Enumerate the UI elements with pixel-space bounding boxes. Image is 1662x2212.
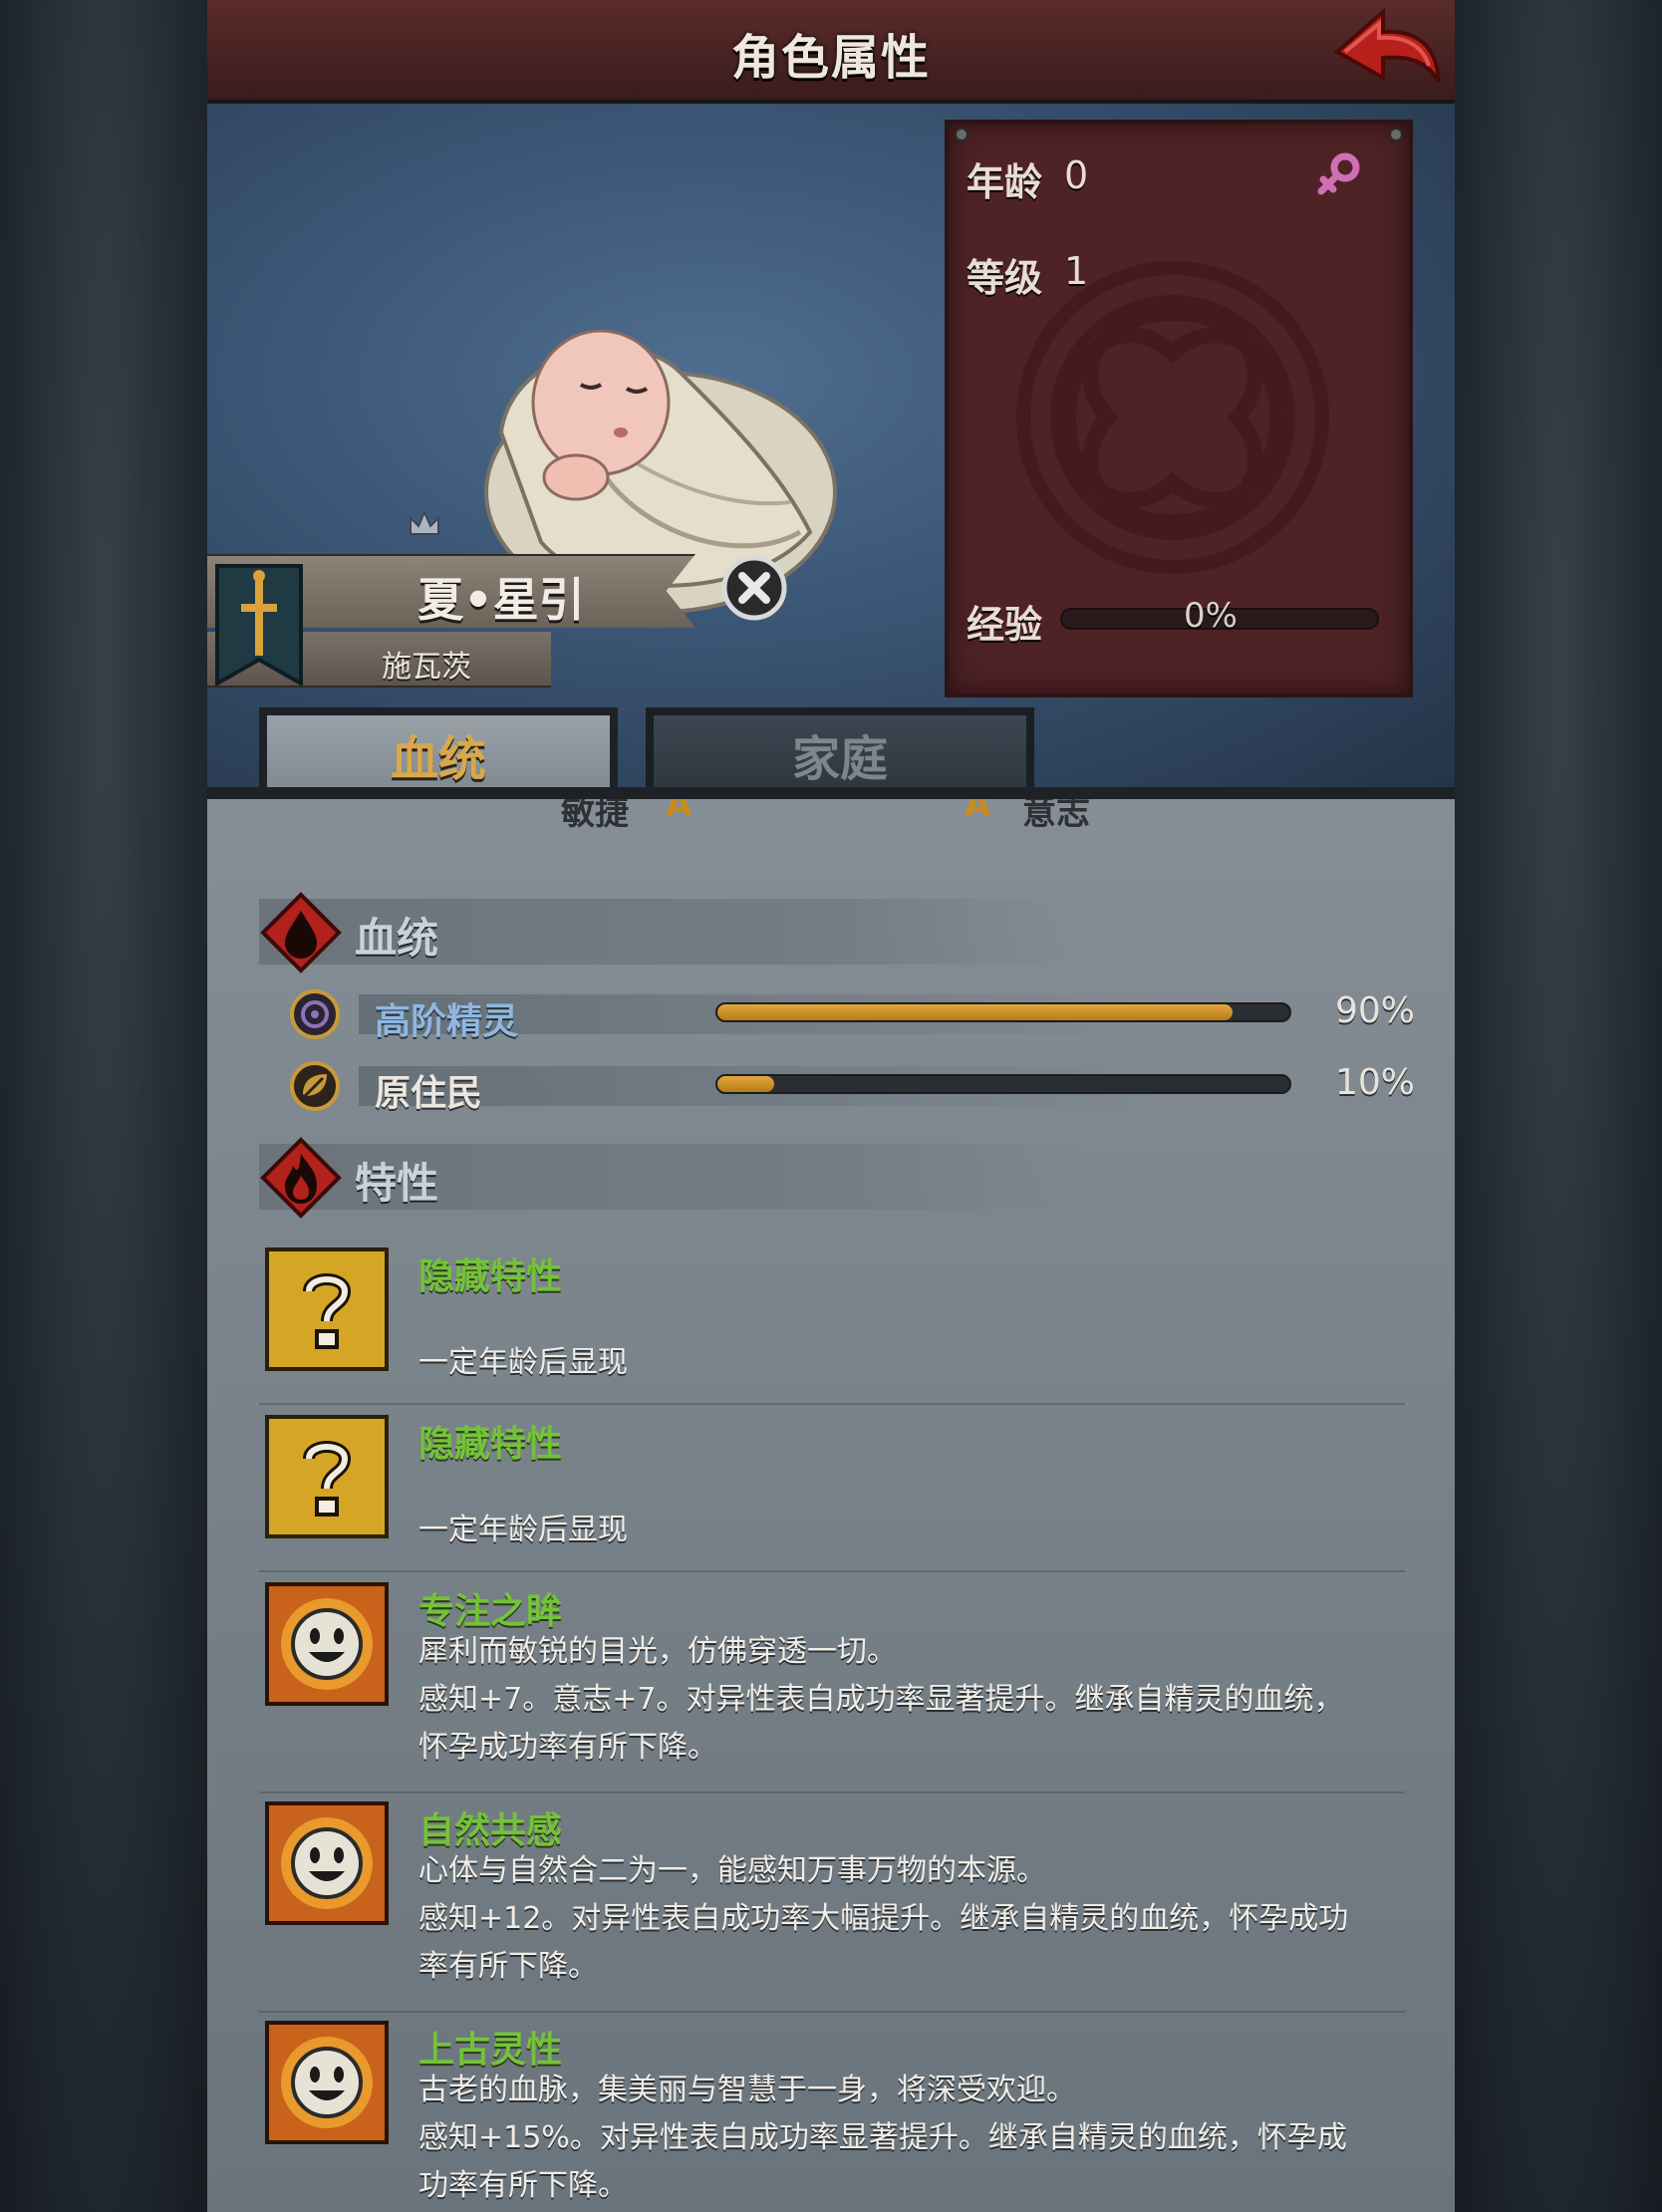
trait-item[interactable]: 上古灵性 古老的血脉，集美丽与智慧于一身，将深受欢迎。 感知+15%。对异性表白… xyxy=(259,2021,1405,2212)
smiley-icon xyxy=(265,2021,389,2144)
character-name: 夏•星引 xyxy=(417,573,585,627)
attr-label-agility: 敏捷 xyxy=(561,799,629,833)
bloodline-label: 原住民 xyxy=(375,1073,483,1114)
close-icon[interactable] xyxy=(720,554,788,622)
trait-item[interactable]: 专注之眸 犀利而敏锐的目光，仿佛穿透一切。 感知+7。意志+7。对异性表白成功率… xyxy=(259,1582,1405,1794)
age-value: 0 xyxy=(1064,153,1089,197)
bloodline-section-title: 血统 xyxy=(355,914,439,963)
bloodline-content[interactable]: 敏捷 A A 意志 血统 高阶精灵 90% 原住民 10% 特性 隐藏特性 一定… xyxy=(207,799,1455,2212)
smiley-icon xyxy=(265,1801,389,1925)
bloodline-progress-bar xyxy=(715,1002,1291,1022)
attribute-row-partial: 敏捷 A A 意志 xyxy=(207,799,1455,833)
panel-bolt xyxy=(955,128,969,141)
house-name: 施瓦茨 xyxy=(382,650,471,685)
trait-description-line: 率有所下降。 xyxy=(418,1949,598,1984)
tab-family[interactable]: 家庭 xyxy=(646,707,1034,797)
trait-name: 隐藏特性 xyxy=(418,1256,563,1297)
trait-item[interactable]: 隐藏特性 一定年龄后显现 xyxy=(259,1247,1405,1405)
sword-crest-icon xyxy=(215,564,303,686)
trait-description-line: 感知+12。对异性表白成功率大幅提升。继承自精灵的血统，怀孕成功 xyxy=(418,1901,1349,1936)
trait-description-line: 古老的血脉，集美丽与智慧于一身，将深受欢迎。 xyxy=(418,2073,1076,2107)
female-gender-icon xyxy=(1317,152,1360,195)
trait-description-line: 功率有所下降。 xyxy=(418,2168,628,2203)
traits-section-title: 特性 xyxy=(355,1159,439,1208)
celtic-knot-emblem xyxy=(1016,261,1329,574)
attr-label-will: 意志 xyxy=(1022,799,1090,833)
tab-bloodline[interactable]: 血统 xyxy=(259,707,618,797)
tab-divider xyxy=(207,787,1455,799)
trait-name: 自然共感 xyxy=(418,1810,563,1851)
bloodline-row: 高阶精灵 90% xyxy=(289,988,1415,1042)
trait-description-line: 感知+7。意志+7。对异性表白成功率显著提升。继承自精灵的血统， xyxy=(418,1682,1344,1717)
level-value: 1 xyxy=(1064,249,1089,293)
exp-value: 0% xyxy=(1184,596,1238,636)
bloodline-progress-fill xyxy=(717,1076,775,1092)
native-leaf-emblem-icon xyxy=(290,1061,340,1111)
trait-name: 专注之眸 xyxy=(418,1591,563,1632)
blood-drop-icon xyxy=(260,892,342,973)
trait-description-line: 怀孕成功率有所下降。 xyxy=(418,1730,717,1765)
crown-icon xyxy=(410,509,439,535)
bloodline-percent: 10% xyxy=(1334,1062,1415,1103)
traits-section-header: 特性 xyxy=(259,1137,1076,1219)
trait-description: 一定年龄后显现 xyxy=(418,1513,628,1547)
right-backdrop xyxy=(1455,0,1662,2212)
trait-description-line: 感知+15%。对异性表白成功率显著提升。继承自精灵的血统，怀孕成 xyxy=(418,2120,1347,2155)
title-bar: 角色属性 xyxy=(207,0,1455,104)
age-label: 年龄 xyxy=(967,160,1043,204)
trait-item[interactable]: 隐藏特性 一定年龄后显现 xyxy=(259,1415,1405,1572)
question-icon xyxy=(265,1247,389,1371)
trait-name: 隐藏特性 xyxy=(418,1424,563,1465)
character-attributes-screen: 角色属性 夏•星引 施瓦茨 年龄 0 等级 1 经验 0% 血统 家庭 敏捷 A… xyxy=(207,0,1455,2212)
level-label: 等级 xyxy=(967,256,1043,300)
left-backdrop xyxy=(0,0,207,2212)
panel-bolt xyxy=(1389,128,1403,141)
bloodline-percent: 90% xyxy=(1334,990,1415,1031)
trait-name: 上古灵性 xyxy=(418,2030,563,2071)
back-arrow-icon xyxy=(1333,7,1441,84)
attr-grade-agility: A xyxy=(666,799,692,825)
high-elf-emblem-icon xyxy=(290,989,340,1039)
bloodline-row: 原住民 10% xyxy=(289,1060,1415,1114)
back-button[interactable] xyxy=(1325,4,1445,94)
bloodline-section-header: 血统 xyxy=(259,892,1076,973)
exp-label: 经验 xyxy=(967,603,1043,647)
page-title: 角色属性 xyxy=(730,30,931,86)
bloodline-label: 高阶精灵 xyxy=(375,1001,519,1042)
fire-icon xyxy=(260,1137,342,1219)
bloodline-progress-fill xyxy=(717,1004,1233,1020)
tab-bar: 血统 家庭 xyxy=(207,688,1455,799)
attr-grade-will: A xyxy=(965,799,991,825)
bloodline-progress-bar xyxy=(715,1074,1291,1094)
trait-description-line: 心体与自然合二为一，能感知万事万物的本源。 xyxy=(418,1853,1046,1888)
trait-description: 一定年龄后显现 xyxy=(418,1345,628,1380)
trait-item[interactable]: 自然共感 心体与自然合二为一，能感知万事万物的本源。 感知+12。对异性表白成功… xyxy=(259,1801,1405,2013)
question-icon xyxy=(265,1415,389,1538)
smiley-icon xyxy=(265,1582,389,1706)
trait-description-line: 犀利而敏锐的目光，仿佛穿透一切。 xyxy=(418,1634,897,1669)
